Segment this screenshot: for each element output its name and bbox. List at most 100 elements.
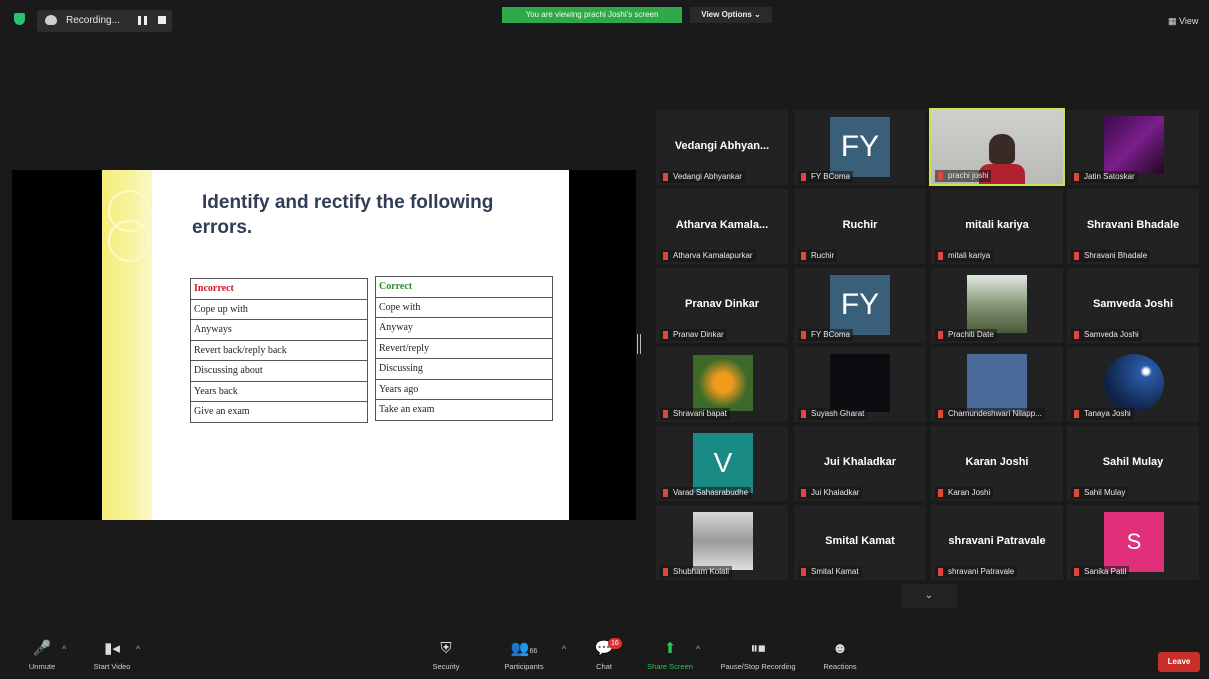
security-button[interactable]: ⛨ Security bbox=[406, 636, 486, 679]
view-button[interactable]: ▦ View bbox=[1168, 16, 1198, 27]
participant-name-label: Sahil Mulay bbox=[1071, 487, 1129, 499]
participant-name-label: Jui Khaladkar bbox=[798, 487, 863, 499]
share-screen-label: Share Screen bbox=[647, 662, 693, 671]
participant-name-large: mitali kariya bbox=[965, 219, 1029, 231]
participant-tile[interactable]: Shravani Bhadale Shravani Bhadale bbox=[1067, 189, 1199, 264]
view-label: View bbox=[1179, 16, 1199, 26]
participant-tile[interactable]: Pranav Dinkar Pranav Dinkar bbox=[656, 268, 788, 343]
table-cell: Discussing bbox=[375, 358, 553, 380]
participant-tile[interactable]: shravani Patravale shravani Patravale bbox=[931, 505, 1063, 580]
participant-tile[interactable]: Sahil Mulay Sahil Mulay bbox=[1067, 426, 1199, 501]
participant-name-label: Tanaya Joshi bbox=[1071, 408, 1134, 420]
participant-tile[interactable]: Atharva Kamala... Atharva Kamalapurkar bbox=[656, 189, 788, 264]
participant-name-label: FY BComa bbox=[798, 329, 853, 341]
participant-tile[interactable]: FY FY BComa bbox=[794, 110, 926, 185]
participant-tile[interactable]: Chamundeshwari Nilapp... bbox=[931, 347, 1063, 422]
participant-image bbox=[967, 354, 1027, 412]
table-cell: Give an exam bbox=[190, 401, 368, 423]
participant-tile[interactable]: Smital Kamat Smital Kamat bbox=[794, 505, 926, 580]
decorative-ring bbox=[108, 220, 150, 262]
smiley-icon: ☻ bbox=[832, 640, 848, 657]
next-page-button[interactable]: ⌄ bbox=[901, 584, 957, 608]
table-cell: Anyways bbox=[190, 319, 368, 341]
participant-tile[interactable]: Jui Khaladkar Jui Khaladkar bbox=[794, 426, 926, 501]
participant-tile[interactable]: FY FY BComa bbox=[794, 268, 926, 343]
participant-tile[interactable]: mitali kariya mitali kariya bbox=[931, 189, 1063, 264]
unmute-button[interactable]: 🎤 Unmute bbox=[2, 636, 82, 679]
shield-icon: ⛨ bbox=[440, 640, 452, 657]
participant-image bbox=[830, 354, 890, 412]
participant-tile[interactable]: Karan Joshi Karan Joshi bbox=[931, 426, 1063, 501]
participant-tile[interactable]: Suyash Gharat bbox=[794, 347, 926, 422]
correct-header: Correct bbox=[375, 276, 553, 298]
participant-tile[interactable]: Prachiti Date bbox=[931, 268, 1063, 343]
participants-button[interactable]: 👥66 Participants bbox=[484, 636, 564, 679]
participant-tile[interactable]: Shubham Kolali bbox=[656, 505, 788, 580]
slide-title-line1: Identify and rectify the following bbox=[202, 192, 494, 213]
participant-tile[interactable]: Tanaya Joshi bbox=[1067, 347, 1199, 422]
leave-button[interactable]: Leave bbox=[1158, 652, 1200, 672]
security-label: Security bbox=[432, 662, 460, 671]
reactions-button[interactable]: ☻ Reactions bbox=[800, 636, 880, 679]
participant-name-label: Suyash Gharat bbox=[798, 408, 868, 420]
participant-name-label: Pranav Dinkar bbox=[660, 329, 727, 341]
participant-name-large: Smital Kamat bbox=[825, 535, 895, 547]
participant-name-large: shravani Patravale bbox=[948, 535, 1046, 547]
avatar: S bbox=[1104, 512, 1164, 572]
grid-icon: ▦ bbox=[1168, 16, 1177, 26]
video-options-caret[interactable]: ^ bbox=[136, 644, 140, 654]
pause-recording-icon[interactable] bbox=[138, 16, 147, 25]
participants-label: Participants bbox=[504, 662, 544, 671]
participant-tile[interactable]: Samveda Joshi Samveda Joshi bbox=[1067, 268, 1199, 343]
participant-tile[interactable]: Vedangi Abhyan... Vedangi Abhyankar bbox=[656, 110, 788, 185]
stop-recording-icon[interactable] bbox=[158, 16, 166, 24]
participant-tile[interactable]: Ruchir Ruchir bbox=[794, 189, 926, 264]
split-drag-handle[interactable] bbox=[637, 334, 641, 354]
participant-name-large: Pranav Dinkar bbox=[685, 298, 759, 310]
avatar: FY bbox=[830, 117, 890, 177]
pause-stop-recording-button[interactable]: ⏸⏹ Pause/Stop Recording bbox=[718, 636, 798, 679]
pause-stop-label: Pause/Stop Recording bbox=[720, 662, 796, 671]
participant-tile-active-speaker[interactable]: prachi joshi bbox=[929, 108, 1065, 186]
participant-image bbox=[1104, 354, 1164, 412]
participant-image bbox=[693, 512, 753, 570]
participant-name-large: Ruchir bbox=[842, 219, 878, 231]
participant-name-label: Sanika Patil bbox=[1071, 566, 1130, 578]
reactions-label: Reactions bbox=[823, 662, 857, 671]
mic-muted-icon: 🎤 bbox=[32, 640, 52, 657]
participant-tile[interactable]: S Sanika Patil bbox=[1067, 505, 1199, 580]
correct-table: Correct Cope with Anyway Revert/reply Di… bbox=[375, 276, 553, 421]
share-options-caret[interactable]: ^ bbox=[696, 644, 700, 654]
recording-label: Recording... bbox=[66, 15, 120, 26]
participant-name-large: Samveda Joshi bbox=[1092, 298, 1174, 310]
slide-title: Identify and rectify the following error… bbox=[192, 190, 552, 240]
start-video-button[interactable]: ▮◂ Start Video bbox=[72, 636, 152, 679]
audio-options-caret[interactable]: ^ bbox=[62, 644, 66, 654]
table-cell: Revert back/reply back bbox=[190, 339, 368, 361]
view-options-button[interactable]: View Options ⌄ bbox=[690, 7, 772, 23]
share-screen-button[interactable]: ⬆ Share Screen bbox=[630, 636, 710, 679]
view-options-label: View Options bbox=[701, 10, 752, 19]
participant-name-large: Shravani Bhadale bbox=[1086, 219, 1180, 231]
participant-name-label: prachi joshi bbox=[935, 170, 992, 182]
shield-icon[interactable] bbox=[14, 13, 25, 25]
table-cell: Cope up with bbox=[190, 298, 368, 320]
participant-name-label: Chamundeshwari Nilapp... bbox=[935, 408, 1045, 420]
slide-title-line2: errors. bbox=[192, 217, 253, 238]
participant-name-label: Jatin Satoskar bbox=[1071, 171, 1138, 183]
top-bar: Recording... You are viewing prachi Josh… bbox=[0, 0, 1209, 38]
participant-tile[interactable]: V Varad Sahasrabudhe bbox=[656, 426, 788, 501]
participant-name-label: Shubham Kolali bbox=[660, 566, 733, 578]
people-icon: 👥66 bbox=[510, 640, 538, 657]
participant-tile[interactable]: Shravani bapat bbox=[656, 347, 788, 422]
participant-name-label: Vedangi Abhyankar bbox=[660, 171, 745, 183]
participant-name-large: Sahil Mulay bbox=[1102, 456, 1164, 468]
participant-name-label: Shravani bapat bbox=[660, 408, 730, 420]
table-cell: Anyway bbox=[375, 317, 553, 339]
pause-stop-icon: ⏸⏹ bbox=[750, 640, 766, 657]
participant-name-label: FY BComa bbox=[798, 171, 853, 183]
participant-name-large: Atharva Kamala... bbox=[675, 219, 769, 231]
participant-tile[interactable]: Jatin Satoskar bbox=[1067, 110, 1199, 185]
participant-name-label: Ruchir bbox=[798, 250, 838, 262]
participants-count: 66 bbox=[529, 648, 538, 655]
